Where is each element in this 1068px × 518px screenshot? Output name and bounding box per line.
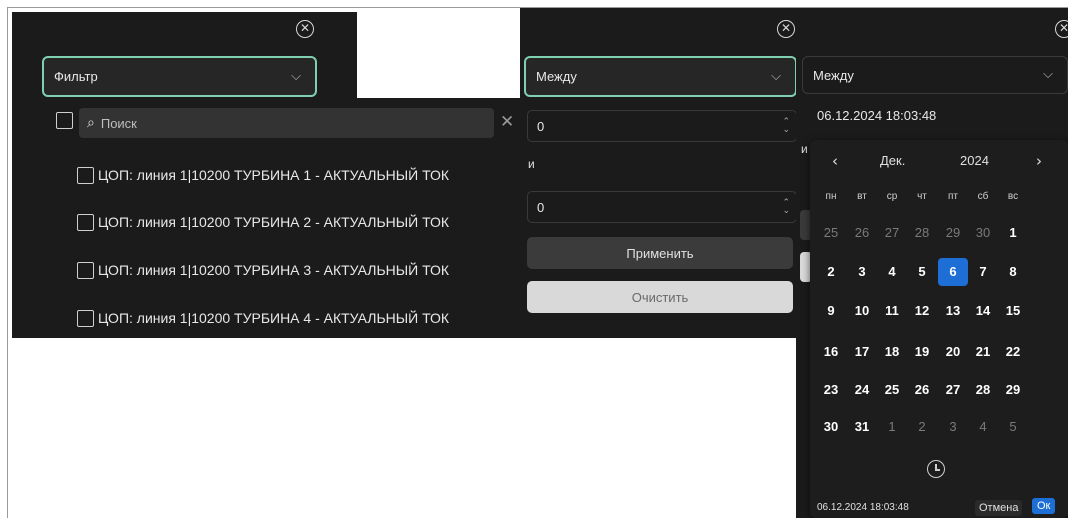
spinner-icon[interactable]: ⌃ ⌄ (782, 118, 790, 135)
spinner-icon[interactable]: ⌃ ⌄ (782, 199, 790, 216)
clear-button[interactable]: Очистить (527, 281, 793, 313)
next-month-icon[interactable]: › (1036, 152, 1042, 170)
ok-button[interactable]: Ок (1032, 498, 1056, 514)
list-item[interactable]: ЦОП: линия 1|10200 ТУРБИНА 2 - АКТУАЛЬНЫ… (77, 211, 449, 233)
chevron-down-icon: ⌵ (771, 68, 781, 84)
weekday-label: чт (917, 191, 927, 202)
calendar-day[interactable]: 25 (816, 219, 846, 247)
and-label: и (528, 157, 535, 171)
weekday-label: пт (948, 191, 958, 202)
calendar-day[interactable]: 14 (968, 297, 998, 325)
calendar-day[interactable]: 6 (938, 258, 968, 286)
filter-select-label: Фильтр (54, 69, 98, 84)
calendar-day[interactable]: 20 (938, 338, 968, 366)
date-value[interactable]: 06.12.2024 18:03:48 (817, 108, 936, 123)
number-close-icon[interactable]: ✕ (777, 20, 795, 38)
search-icon: ⌕ (87, 115, 95, 131)
clear-x-icon[interactable]: ✕ (500, 112, 514, 132)
calendar-month[interactable]: Дек. (880, 153, 905, 168)
list-item[interactable]: ЦОП: линия 1|10200 ТУРБИНА 4 - АКТУАЛЬНЫ… (77, 307, 449, 329)
calendar-day[interactable]: 28 (907, 219, 937, 247)
calendar-day[interactable]: 30 (968, 219, 998, 247)
list-item[interactable]: ЦОП: линия 1|10200 ТУРБИНА 1 - АКТУАЛЬНЫ… (77, 164, 449, 186)
calendar-day[interactable]: 31 (847, 413, 877, 441)
calendar-popup: ‹ Дек. 2024 › пн вт ср чт пт сб вс 25 26 27 28 29 3… (810, 140, 1068, 518)
item-checkbox[interactable] (77, 309, 94, 327)
filter-close-icon[interactable]: ✕ (296, 20, 314, 38)
cancel-button[interactable]: Отмена (975, 500, 1023, 516)
calendar-day[interactable]: 23 (816, 376, 846, 404)
calendar-day[interactable]: 25 (877, 376, 907, 404)
calendar-day[interactable]: 2 (816, 258, 846, 286)
calendar-day[interactable]: 27 (938, 376, 968, 404)
calendar-day[interactable]: 12 (907, 297, 937, 325)
calendar-day[interactable]: 4 (877, 258, 907, 286)
calendar-day[interactable]: 17 (847, 338, 877, 366)
date-close-icon[interactable]: ✕ (1055, 20, 1068, 38)
weekday-label: пн (825, 191, 837, 202)
calendar-day[interactable]: 24 (847, 376, 877, 404)
number-to-value: 0 (537, 199, 545, 215)
search-box: ⌕ (79, 108, 494, 138)
list-item-label: ЦОП: линия 1|10200 ТУРБИНА 4 - АКТУАЛЬНЫ… (98, 310, 450, 326)
item-checkbox[interactable] (77, 166, 94, 184)
calendar-day[interactable]: 10 (847, 297, 877, 325)
chevron-down-icon: ⌵ (1043, 66, 1053, 82)
filter-select[interactable]: Фильтр ⌵ (42, 56, 317, 97)
calendar-day[interactable]: 21 (968, 338, 998, 366)
weekday-label: вс (1007, 191, 1019, 202)
calendar-day[interactable]: 29 (998, 376, 1028, 404)
calendar-year[interactable]: 2024 (960, 153, 989, 168)
calendar-day[interactable]: 15 (998, 297, 1028, 325)
date-select-label: Между (813, 67, 854, 83)
list-item-label: ЦОП: линия 1|10200 ТУРБИНА 2 - АКТУАЛЬНЫ… (98, 214, 450, 230)
number-from-value: 0 (537, 118, 545, 134)
calendar-day[interactable]: 18 (877, 338, 907, 366)
calendar-day[interactable]: 19 (907, 338, 937, 366)
list-item[interactable]: ЦОП: линия 1|10200 ТУРБИНА 3 - АКТУАЛЬНЫ… (77, 259, 449, 281)
calendar-day[interactable]: 3 (847, 258, 877, 286)
calendar-day[interactable]: 5 (998, 413, 1028, 441)
calendar-day[interactable]: 22 (998, 338, 1028, 366)
calendar-day[interactable]: 8 (998, 258, 1028, 286)
calendar-day[interactable]: 28 (968, 376, 998, 404)
calendar-footer-value: 06.12.2024 18:03:48 (817, 502, 909, 513)
weekday-label: сб (977, 191, 989, 202)
item-checkbox[interactable] (77, 261, 94, 279)
list-item-label: ЦОП: линия 1|10200 ТУРБИНА 1 - АКТУАЛЬНЫ… (98, 167, 450, 183)
calendar-day[interactable]: 11 (877, 297, 907, 325)
number-select-label: Между (536, 69, 577, 84)
calendar-day[interactable]: 30 (816, 413, 846, 441)
list-item-label: ЦОП: линия 1|10200 ТУРБИНА 3 - АКТУАЛЬНЫ… (98, 262, 450, 278)
select-all-checkbox[interactable] (56, 112, 73, 129)
item-checkbox[interactable] (77, 213, 94, 231)
calendar-day[interactable]: 5 (907, 258, 937, 286)
calendar-day[interactable]: 16 (816, 338, 846, 366)
calendar-day[interactable]: 29 (938, 219, 968, 247)
apply-button[interactable]: Применить (527, 237, 793, 269)
calendar-day[interactable]: 1 (877, 413, 907, 441)
weekday-label: ср (886, 191, 898, 202)
calendar-day[interactable]: 3 (938, 413, 968, 441)
calendar-day[interactable]: 7 (968, 258, 998, 286)
date-and-label: и (801, 142, 808, 156)
calendar-day[interactable]: 1 (998, 219, 1028, 247)
clock-icon[interactable] (927, 460, 945, 478)
chevron-down-icon: ⌵ (291, 68, 301, 84)
number-to-input[interactable]: 0 ⌃ ⌄ (527, 191, 797, 223)
number-from-input[interactable]: 0 ⌃ ⌄ (527, 110, 797, 142)
date-select[interactable]: Между ⌵ (802, 56, 1068, 94)
calendar-day[interactable]: 27 (877, 219, 907, 247)
number-select[interactable]: Между ⌵ (524, 56, 797, 97)
search-input[interactable] (100, 115, 461, 131)
calendar-day[interactable]: 2 (907, 413, 937, 441)
prev-month-icon[interactable]: ‹ (832, 152, 838, 170)
calendar-day[interactable]: 9 (816, 297, 846, 325)
calendar-day[interactable]: 13 (938, 297, 968, 325)
calendar-day[interactable]: 4 (968, 413, 998, 441)
calendar-day[interactable]: 26 (847, 219, 877, 247)
weekday-label: вт (857, 191, 867, 202)
calendar-day[interactable]: 26 (907, 376, 937, 404)
